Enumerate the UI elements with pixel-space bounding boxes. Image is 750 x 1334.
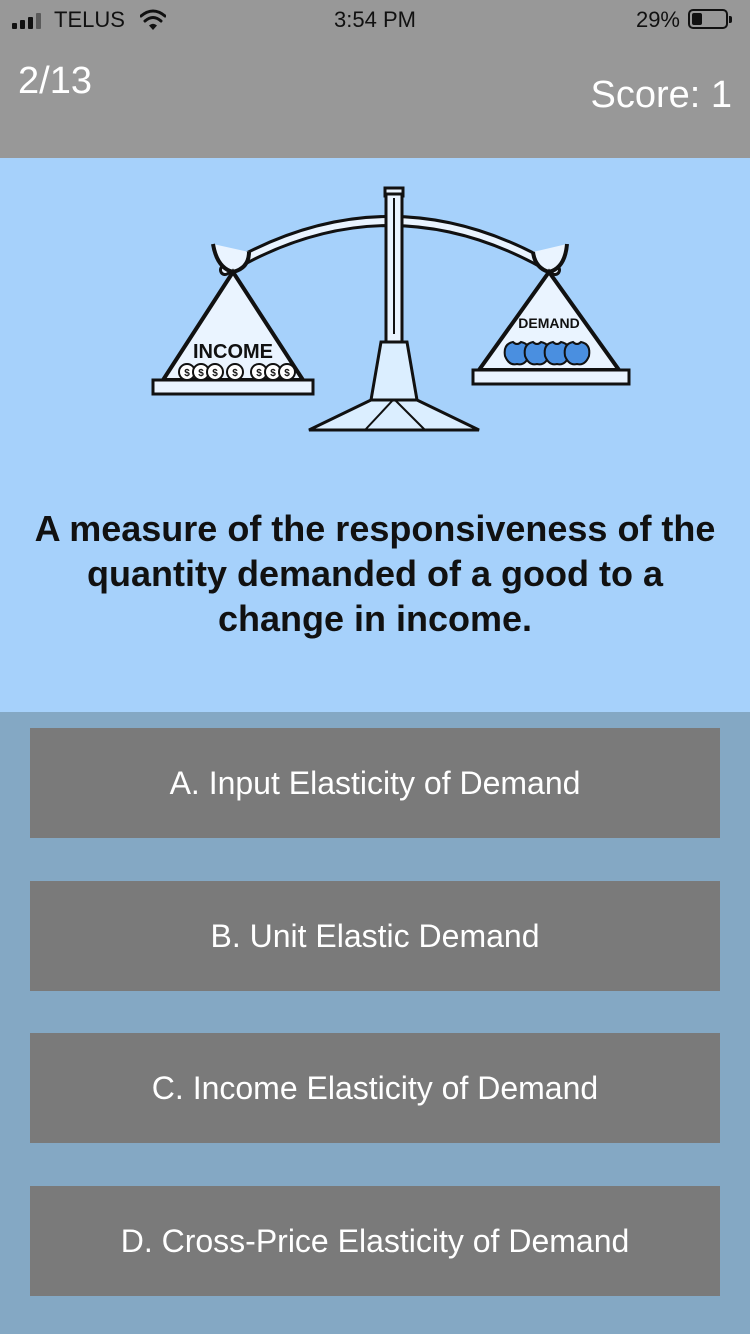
svg-text:$: $ bbox=[212, 368, 218, 379]
battery-icon bbox=[688, 9, 732, 29]
svg-text:$: $ bbox=[184, 368, 190, 379]
svg-text:$: $ bbox=[198, 368, 204, 379]
question-panel: INCOME $ $ $ $ $ $ $ DEMAND A measure of… bbox=[0, 158, 750, 712]
header-bar: TELUS 3:54 PM 29% 2/13 Score: 1 bbox=[0, 0, 750, 158]
balance-scale-icon: INCOME $ $ $ $ $ $ $ DEMAND bbox=[151, 186, 631, 432]
answer-button-a[interactable]: A. Input Elasticity of Demand bbox=[30, 728, 720, 838]
answer-button-b[interactable]: B. Unit Elastic Demand bbox=[30, 881, 720, 991]
battery-percent: 29% bbox=[635, 7, 680, 32]
income-pan-label: INCOME bbox=[193, 341, 273, 363]
demand-pan-label: DEMAND bbox=[518, 315, 579, 331]
question-progress: 2/13 bbox=[18, 60, 92, 102]
apple-icons bbox=[503, 340, 591, 366]
status-bar: TELUS 3:54 PM 29% bbox=[0, 0, 750, 40]
answer-button-c[interactable]: C. Income Elasticity of Demand bbox=[30, 1033, 720, 1143]
svg-text:$: $ bbox=[270, 368, 276, 379]
svg-text:$: $ bbox=[232, 368, 238, 379]
svg-text:$: $ bbox=[284, 368, 290, 379]
answer-button-d[interactable]: D. Cross-Price Elasticity of Demand bbox=[30, 1186, 720, 1296]
svg-text:$: $ bbox=[256, 368, 262, 379]
score-display: Score: 1 bbox=[590, 74, 732, 116]
question-text: A measure of the responsiveness of the q… bbox=[34, 508, 716, 639]
